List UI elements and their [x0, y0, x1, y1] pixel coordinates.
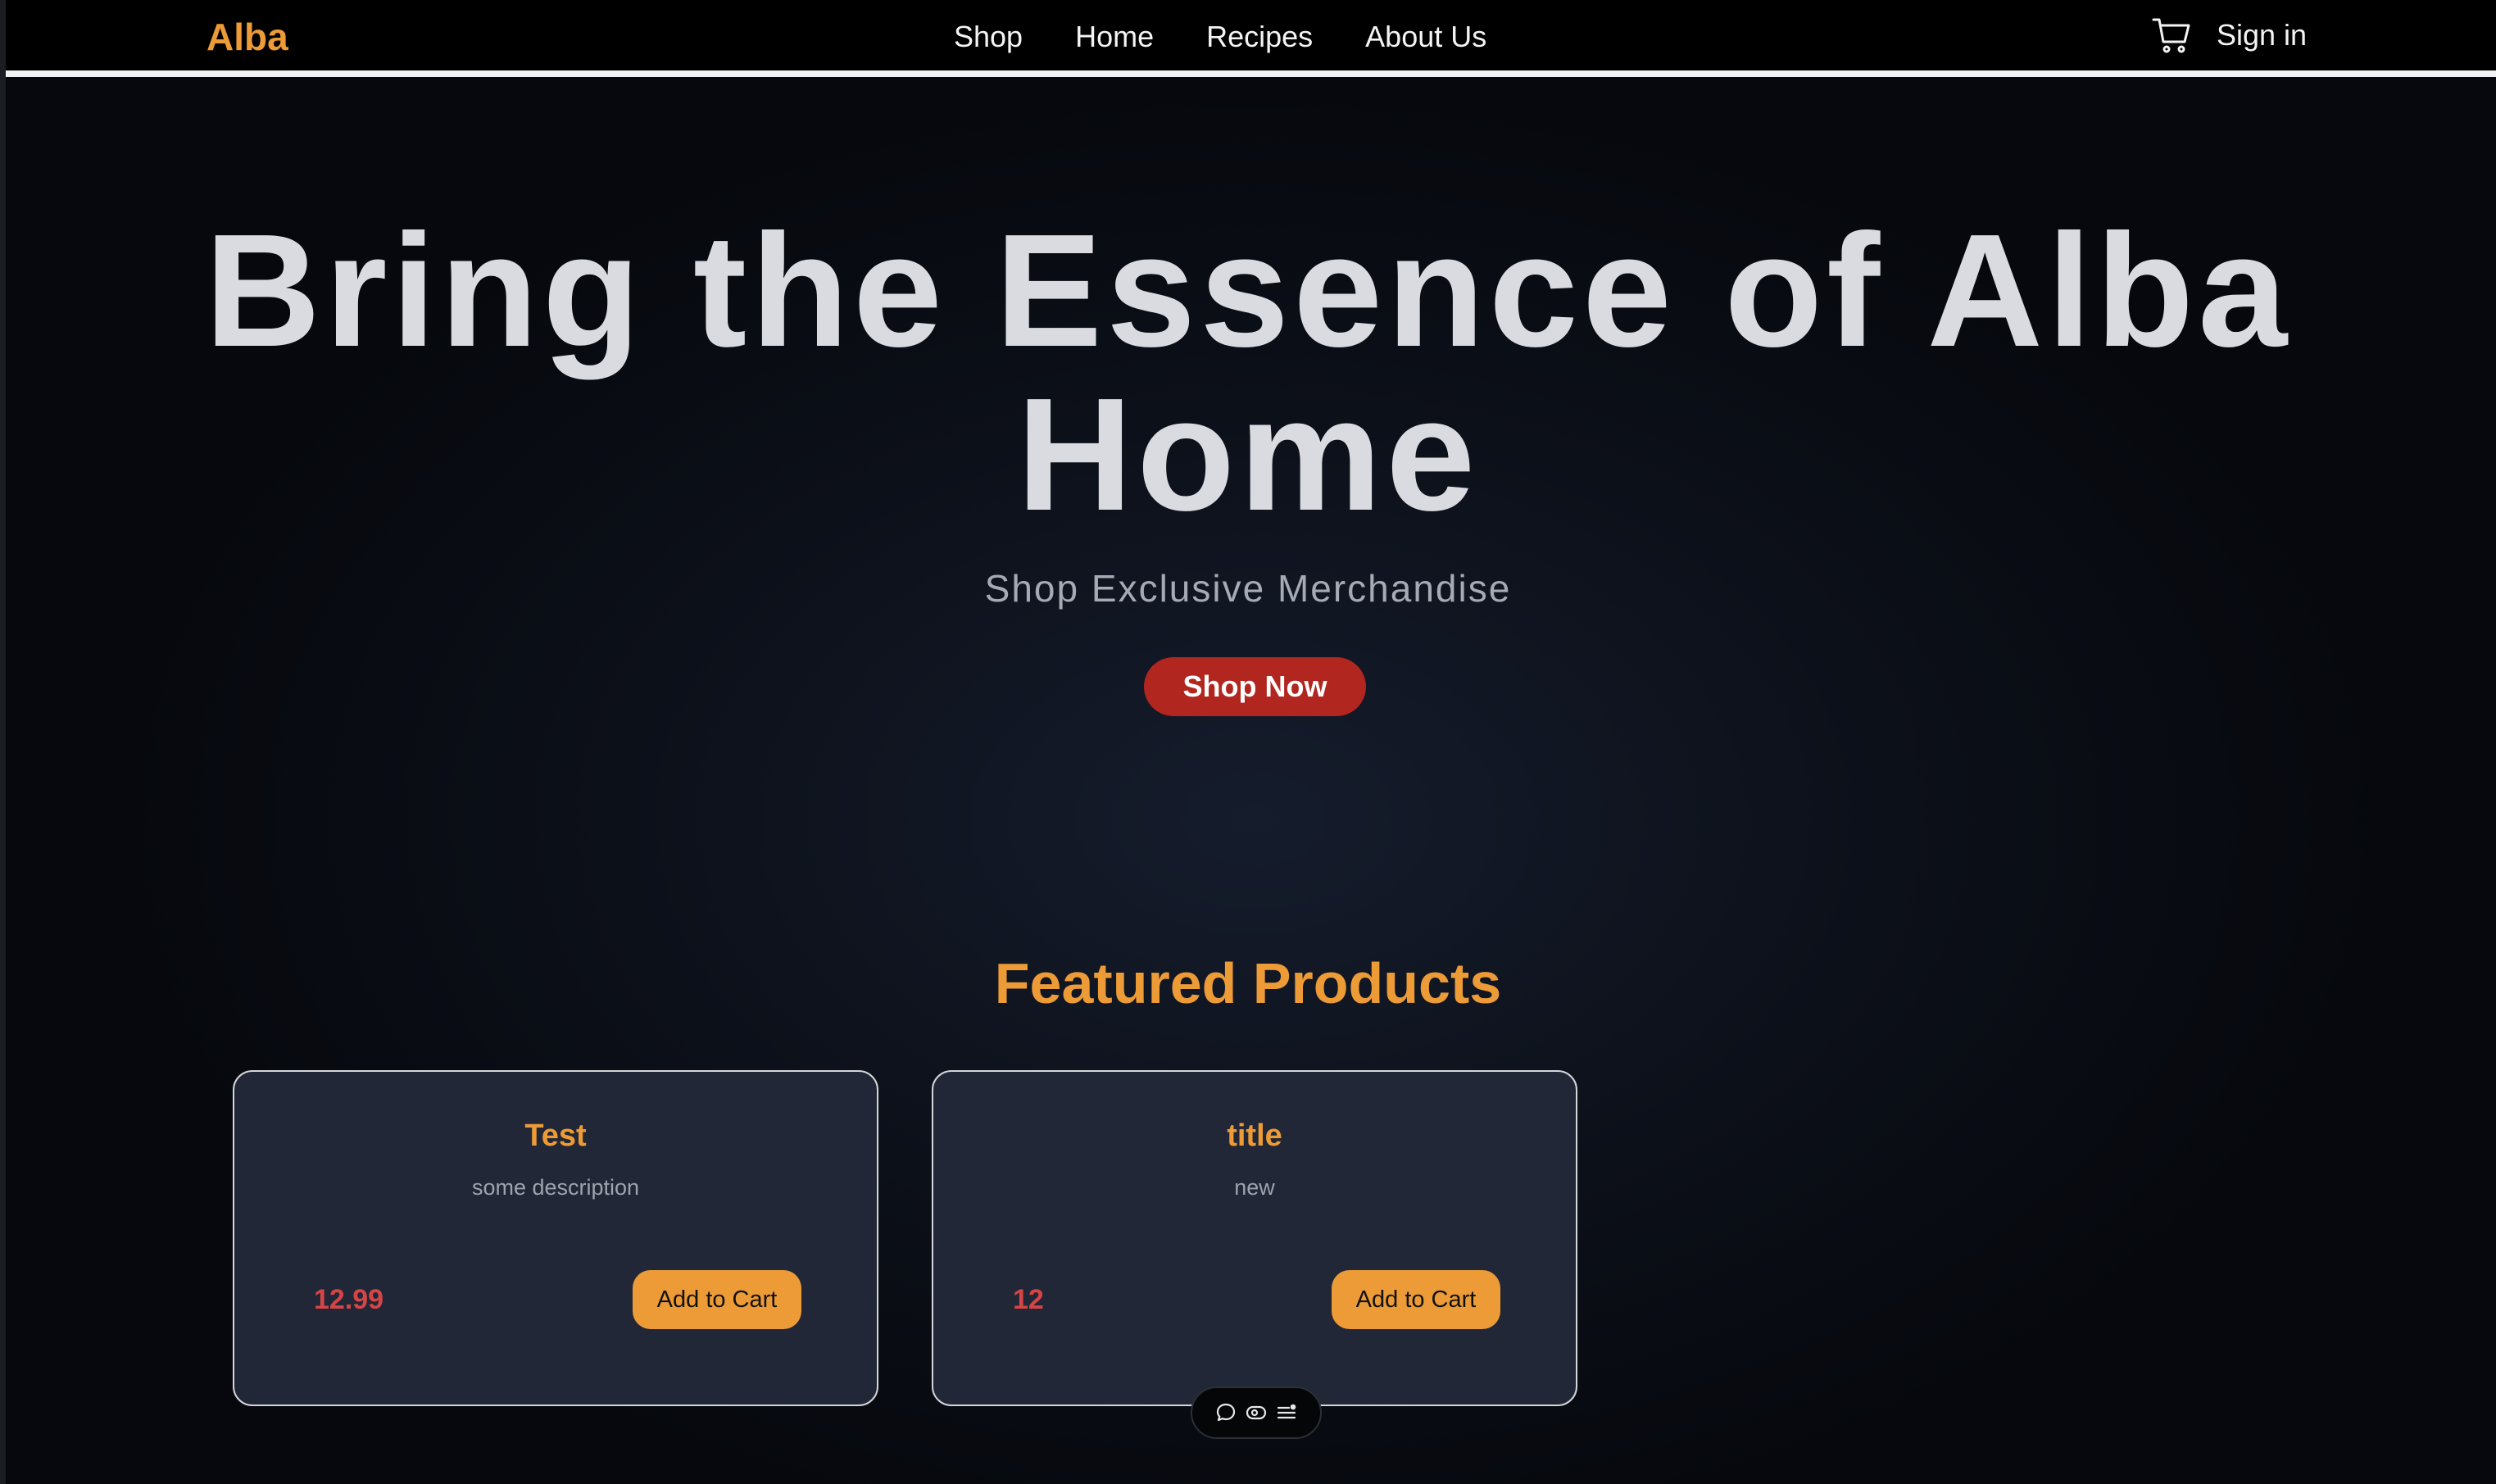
hero-title: Bring the Essence of Alba Home — [0, 209, 2496, 537]
product-title: title — [1227, 1119, 1282, 1153]
featured-products-heading: Featured Products — [994, 951, 1502, 1015]
hero-title-line-2: Home — [1016, 365, 1480, 544]
product-description: some description — [471, 1175, 640, 1200]
product-title: Test — [524, 1119, 587, 1153]
shop-now-button[interactable]: Shop Now — [1144, 657, 1366, 716]
hero-title-line-1: Bring the Essence of Alba — [204, 201, 2292, 380]
eye-icon[interactable] — [1245, 1401, 1268, 1424]
nav-link-about-us[interactable]: About Us — [1365, 18, 1486, 56]
product-price: 12 — [1013, 1284, 1044, 1315]
product-price: 12.99 — [314, 1284, 384, 1315]
floating-toolbar — [1191, 1386, 1322, 1439]
product-card: Test some description 12.99 Add to Cart — [233, 1070, 878, 1406]
cart-icon[interactable] — [2151, 15, 2192, 56]
nav-links: Shop Home Recipes About Us — [954, 18, 1486, 56]
brand-logo[interactable]: Alba — [206, 15, 288, 59]
sign-in-link[interactable]: Sign in — [2217, 16, 2307, 54]
nav-link-shop[interactable]: Shop — [954, 18, 1023, 56]
add-to-cart-button[interactable]: Add to Cart — [633, 1270, 801, 1329]
page: Alba Shop Home Recipes About Us Sign in … — [0, 0, 2496, 1484]
comment-icon[interactable] — [1214, 1401, 1237, 1424]
product-card: title new 12 Add to Cart — [932, 1070, 1577, 1406]
nav-link-recipes[interactable]: Recipes — [1206, 18, 1313, 56]
list-settings-icon[interactable] — [1275, 1401, 1298, 1424]
nav-right: Sign in — [2151, 15, 2307, 56]
hero-subtitle: Shop Exclusive Merchandise — [984, 567, 1512, 610]
product-description: new — [1234, 1175, 1275, 1200]
navbar: Alba Shop Home Recipes About Us Sign in — [6, 0, 2496, 77]
nav-link-home[interactable]: Home — [1075, 18, 1154, 56]
add-to-cart-button[interactable]: Add to Cart — [1332, 1270, 1500, 1329]
